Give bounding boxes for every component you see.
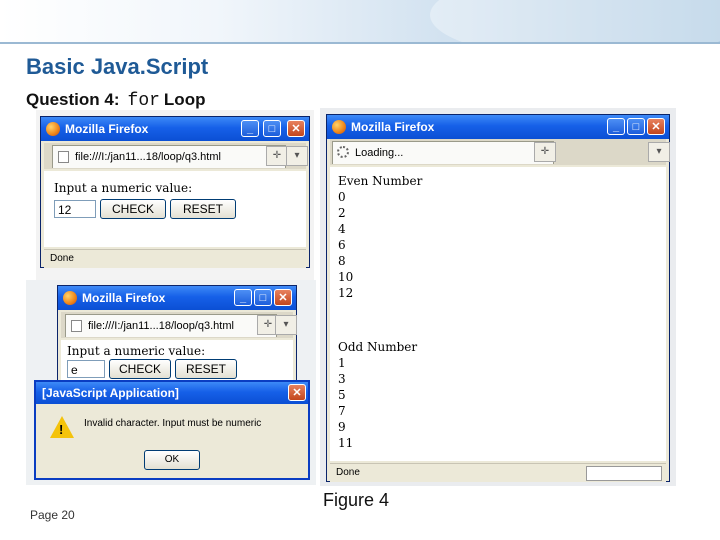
status-bar: Done <box>44 249 306 268</box>
firefox-window-results: Mozilla Firefox _ □ ✕ Loading... ✛ ▾ Eve… <box>326 114 670 482</box>
browser-tab[interactable]: file:///I:/jan11...18/loop/q3.html <box>65 314 277 337</box>
window-titlebar: Mozilla Firefox _ □ ✕ <box>58 286 296 310</box>
close-icon[interactable]: ✕ <box>647 118 665 135</box>
window-title: Mozilla Firefox <box>65 122 149 136</box>
dialog-message: Invalid character. Input must be numeric <box>84 418 262 429</box>
numeric-input[interactable]: 12 <box>54 200 96 218</box>
page-content: Input a numeric value: e CHECK RESET <box>61 340 293 384</box>
question-suffix: Loop <box>163 90 206 109</box>
question-prefix: Question 4: <box>26 90 120 109</box>
page-content: Input a numeric value: 12 CHECK RESET <box>44 171 306 247</box>
reset-button[interactable]: RESET <box>170 199 236 219</box>
firefox-window-check: Mozilla Firefox _ □ ✕ file:///I:/jan11..… <box>40 116 310 268</box>
tab-strip: file:///I:/jan11...18/loop/q3.html ✛ ▾ <box>44 143 308 169</box>
list-item: 4 <box>338 222 346 236</box>
chevron-down-icon[interactable]: ▾ <box>648 142 670 162</box>
chevron-down-icon[interactable]: ▾ <box>286 146 308 166</box>
window-titlebar: Mozilla Firefox _ □ ✕ <box>327 115 669 139</box>
window-titlebar: Mozilla Firefox _ □ ✕ <box>41 117 309 141</box>
list-item: 7 <box>338 404 346 418</box>
status-bar: Done <box>330 463 666 482</box>
plus-icon[interactable]: ✛ <box>266 146 288 166</box>
page-content: Even Number 0 2 4 6 8 10 12 Odd Number 1… <box>330 167 666 461</box>
maximize-icon[interactable]: □ <box>263 120 281 137</box>
check-button[interactable]: CHECK <box>100 199 166 219</box>
close-icon[interactable]: ✕ <box>287 120 305 137</box>
list-item: 10 <box>338 270 354 284</box>
input-prompt: Input a numeric value: <box>67 344 206 358</box>
tab-strip: file:///I:/jan11...18/loop/q3.html ✛ ▾ <box>61 312 297 338</box>
window-title: Mozilla Firefox <box>351 120 435 134</box>
loading-spinner-icon <box>337 146 349 158</box>
list-item: 2 <box>338 206 346 220</box>
minimize-icon[interactable]: _ <box>234 289 252 306</box>
tab-label: Loading... <box>355 147 404 159</box>
question-code: for <box>127 91 160 111</box>
minimize-icon[interactable]: _ <box>607 118 625 135</box>
warning-icon: ! <box>50 416 74 438</box>
status-text: Done <box>336 467 360 478</box>
firefox-window-error: Mozilla Firefox _ □ ✕ file:///I:/jan11..… <box>57 285 297 385</box>
page-number: Page 20 <box>30 508 75 522</box>
progress-box <box>586 466 662 481</box>
close-icon[interactable]: ✕ <box>288 384 306 401</box>
top-banner <box>0 0 720 42</box>
slide-title: Basic Java.Script <box>26 54 209 79</box>
tab-strip: Loading... ✛ ▾ <box>330 139 670 165</box>
maximize-icon[interactable]: □ <box>254 289 272 306</box>
list-item: 0 <box>338 190 346 204</box>
list-item: 1 <box>338 356 346 370</box>
list-item: 5 <box>338 388 346 402</box>
window-title: Mozilla Firefox <box>82 291 166 305</box>
list-item: 12 <box>338 286 354 300</box>
chevron-down-icon[interactable]: ▾ <box>275 315 297 335</box>
numeric-input[interactable]: e <box>67 360 105 378</box>
tab-label: file:///I:/jan11...18/loop/q3.html <box>75 151 221 163</box>
odd-header: Odd Number <box>338 340 418 354</box>
firefox-icon <box>332 120 346 134</box>
browser-tab[interactable]: Loading... <box>332 141 554 164</box>
list-item: 11 <box>338 436 354 450</box>
plus-icon[interactable]: ✛ <box>534 142 556 162</box>
dialog-title: [JavaScript Application] <box>42 386 179 400</box>
top-divider <box>0 42 720 44</box>
check-button[interactable]: CHECK <box>109 359 171 379</box>
dialog-titlebar: [JavaScript Application] ✕ <box>36 382 308 404</box>
close-icon[interactable]: ✕ <box>274 289 292 306</box>
input-prompt: Input a numeric value: <box>54 181 193 195</box>
figure-caption: Figure 4 <box>323 490 390 510</box>
list-item: 9 <box>338 420 346 434</box>
javascript-alert-dialog: [JavaScript Application] ✕ ! Invalid cha… <box>34 380 310 480</box>
list-item: 8 <box>338 254 346 268</box>
list-item: 3 <box>338 372 346 386</box>
page-icon <box>71 320 82 332</box>
firefox-icon <box>46 122 60 136</box>
even-header: Even Number <box>338 174 423 188</box>
ok-button[interactable]: OK <box>144 450 200 470</box>
tab-label: file:///I:/jan11...18/loop/q3.html <box>88 320 234 332</box>
maximize-icon[interactable]: □ <box>627 118 645 135</box>
list-item: 6 <box>338 238 346 252</box>
minimize-icon[interactable]: _ <box>241 120 259 137</box>
browser-tab[interactable]: file:///I:/jan11...18/loop/q3.html <box>52 145 286 168</box>
page-icon <box>58 151 69 163</box>
question-heading: Question 4: for Loop <box>26 90 205 111</box>
reset-button[interactable]: RESET <box>175 359 237 379</box>
firefox-icon <box>63 291 77 305</box>
